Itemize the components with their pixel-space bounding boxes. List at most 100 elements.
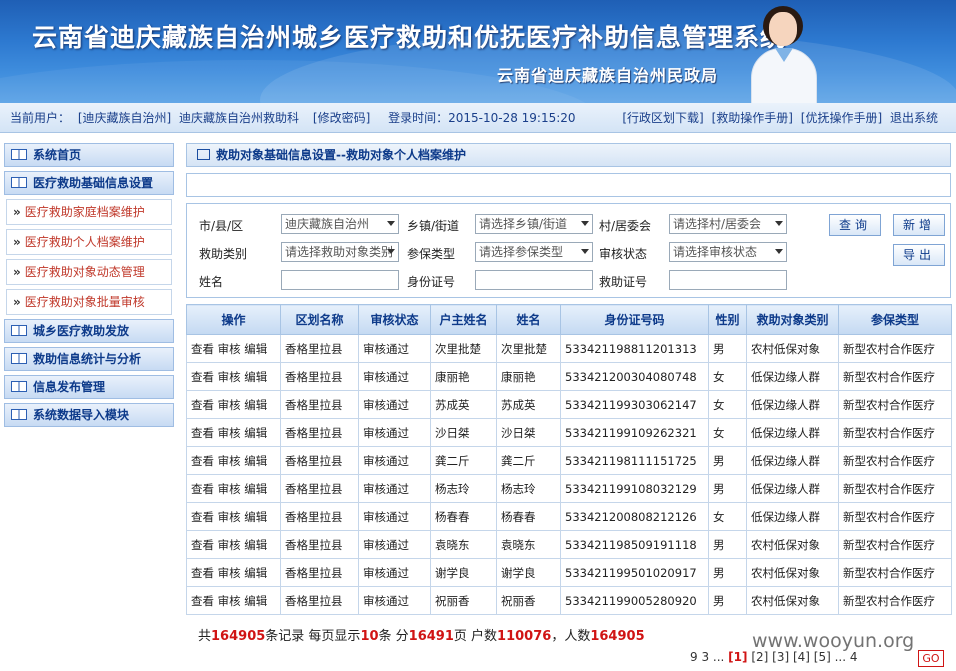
table-cell: 次里批楚: [496, 334, 561, 363]
table-cell: 533421198111151725: [560, 446, 709, 475]
table-cell: 533421198811201313: [560, 334, 709, 363]
table-cell: 新型农村合作医疗: [838, 474, 952, 503]
book-icon: [11, 353, 27, 364]
table-cell: 新型农村合作医疗: [838, 390, 952, 419]
row-actions[interactable]: 查看 审核 编辑: [186, 502, 281, 531]
table-cell: 男: [708, 530, 747, 559]
menu-family-archive[interactable]: » 医疗救助家庭档案维护: [6, 199, 172, 225]
chevron-down-icon: [775, 221, 783, 226]
village-select[interactable]: 请选择村/居委会: [669, 214, 787, 234]
county-select[interactable]: 迪庆藏族自治州: [281, 214, 399, 234]
relief-manual-link[interactable]: [救助操作手册]: [712, 111, 793, 125]
name-input[interactable]: [281, 270, 399, 290]
book-icon: [11, 381, 27, 392]
query-button[interactable]: 查询: [829, 214, 881, 236]
menu-publishing[interactable]: 信息发布管理: [4, 375, 174, 399]
table-cell: 审核通过: [358, 418, 431, 447]
id-number-input[interactable]: [475, 270, 593, 290]
records-table: 操作 区划名称 审核状态 户主姓名 姓名 身份证号码 性别 救助对象类别 参保类…: [186, 304, 952, 615]
insurance-select[interactable]: 请选择参保类型: [475, 242, 593, 262]
menu-home[interactable]: 系统首页: [4, 143, 174, 167]
export-button[interactable]: 导出: [893, 244, 945, 266]
table-cell: 女: [708, 418, 747, 447]
menu-basic-settings[interactable]: 医疗救助基础信息设置: [4, 171, 174, 195]
table-cell: 康丽艳: [430, 362, 497, 391]
table-cell: 新型农村合作医疗: [838, 558, 952, 587]
table-cell: 杨春春: [496, 502, 561, 531]
status-select[interactable]: 请选择审核状态: [669, 242, 787, 262]
chevron-down-icon: [581, 221, 589, 226]
table-row: 查看 审核 编辑 香格里拉县 审核通过 龚二斤 龚二斤 53342119811115172…: [186, 446, 952, 475]
pager-current[interactable]: [1]: [728, 650, 747, 664]
go-button[interactable]: GO: [918, 650, 944, 667]
add-button[interactable]: 新增: [893, 214, 945, 236]
town-select[interactable]: 请选择乡镇/街道: [475, 214, 593, 234]
arrow-right-icon: »: [13, 265, 21, 279]
table-cell: 男: [708, 586, 747, 615]
menu-relief-payment[interactable]: 城乡医疗救助发放: [4, 319, 174, 343]
table-cell: 审核通过: [358, 558, 431, 587]
table-cell: 谢学良: [430, 558, 497, 587]
table-cell: 龚二斤: [496, 446, 561, 475]
table-cell: 龚二斤: [430, 446, 497, 475]
row-actions[interactable]: 查看 审核 编辑: [186, 586, 281, 615]
book-icon: [11, 177, 27, 188]
row-actions[interactable]: 查看 审核 编辑: [186, 446, 281, 475]
row-actions[interactable]: 查看 审核 编辑: [186, 390, 281, 419]
region-download-link[interactable]: [行政区划下载]: [622, 111, 703, 125]
per-page: 10: [360, 629, 379, 644]
table-cell: 新型农村合作医疗: [838, 502, 952, 531]
row-actions[interactable]: 查看 审核 编辑: [186, 362, 281, 391]
pager-prefix[interactable]: 9 3 ...: [690, 650, 724, 664]
table-cell: 香格里拉县: [280, 474, 359, 503]
table-cell: 袁晓东: [496, 530, 561, 559]
table-cell: 低保边缘人群: [746, 446, 839, 475]
row-actions[interactable]: 查看 审核 编辑: [186, 558, 281, 587]
table-cell: 杨志玲: [430, 474, 497, 503]
table-cell: 沙日桀: [430, 418, 497, 447]
row-actions[interactable]: 查看 审核 编辑: [186, 418, 281, 447]
change-password-link[interactable]: [修改密码]: [313, 111, 370, 125]
user-info-bar: 当前用户： [迪庆藏族自治州] 迪庆藏族自治州救助科 [修改密码] 登录时间：2…: [0, 103, 956, 133]
row-actions[interactable]: 查看 审核 编辑: [186, 530, 281, 559]
chevron-down-icon: [775, 249, 783, 254]
menu-batch-review[interactable]: » 医疗救助对象批量审核: [6, 289, 172, 315]
row-actions[interactable]: 查看 审核 编辑: [186, 474, 281, 503]
table-cell: 低保边缘人群: [746, 502, 839, 531]
table-cell: 苏成英: [430, 390, 497, 419]
col-header: 性别: [708, 304, 747, 335]
cert-number-input[interactable]: [669, 270, 787, 290]
table-cell: 审核通过: [358, 362, 431, 391]
table-cell: 康丽艳: [496, 362, 561, 391]
table-row: 查看 审核 编辑 香格里拉县 审核通过 祝丽香 祝丽香 53342119900528092…: [186, 586, 952, 615]
people-count: 164905: [590, 629, 645, 644]
menu-statistics[interactable]: 救助信息统计与分析: [4, 347, 174, 371]
table-cell: 香格里拉县: [280, 586, 359, 615]
table-cell: 533421199005280920: [560, 586, 709, 615]
name-label: 姓名: [199, 275, 224, 289]
col-header: 姓名: [496, 304, 561, 335]
sidebar: 系统首页 医疗救助基础信息设置 » 医疗救助家庭档案维护 » 医疗救助个人档案维护 …: [4, 143, 174, 431]
table-cell: 祝丽香: [430, 586, 497, 615]
col-header: 户主姓名: [430, 304, 497, 335]
page-count: 16491: [408, 629, 454, 644]
row-actions[interactable]: 查看 审核 编辑: [186, 334, 281, 363]
doctor-illustration: [745, 0, 825, 103]
care-manual-link[interactable]: [优抚操作手册]: [801, 111, 882, 125]
type-select[interactable]: 请选择救助对象类别: [281, 242, 399, 262]
total-records: 164905: [211, 629, 266, 644]
table-cell: 女: [708, 502, 747, 531]
type-label: 救助类别: [199, 247, 248, 261]
table-row: 查看 审核 编辑 香格里拉县 审核通过 康丽艳 康丽艳 53342120030408074…: [186, 362, 952, 391]
menu-dynamic-management[interactable]: » 医疗救助对象动态管理: [6, 259, 172, 285]
book-icon: [11, 149, 27, 160]
system-title: 云南省迪庆藏族自治州城乡医疗救助和优抚医疗补助信息管理系统: [32, 23, 787, 52]
menu-data-import[interactable]: 系统数据导入模块: [4, 403, 174, 427]
table-cell: 533421200304080748: [560, 362, 709, 391]
edit-icon: [197, 149, 210, 160]
logout-link[interactable]: 退出系统: [890, 111, 938, 125]
village-label: 村/居委会: [599, 219, 652, 233]
table-cell: 533421199303062147: [560, 390, 709, 419]
pager-pages[interactable]: [2] [3] [4] [5] ... 4: [751, 650, 857, 664]
menu-personal-archive[interactable]: » 医疗救助个人档案维护: [6, 229, 172, 255]
